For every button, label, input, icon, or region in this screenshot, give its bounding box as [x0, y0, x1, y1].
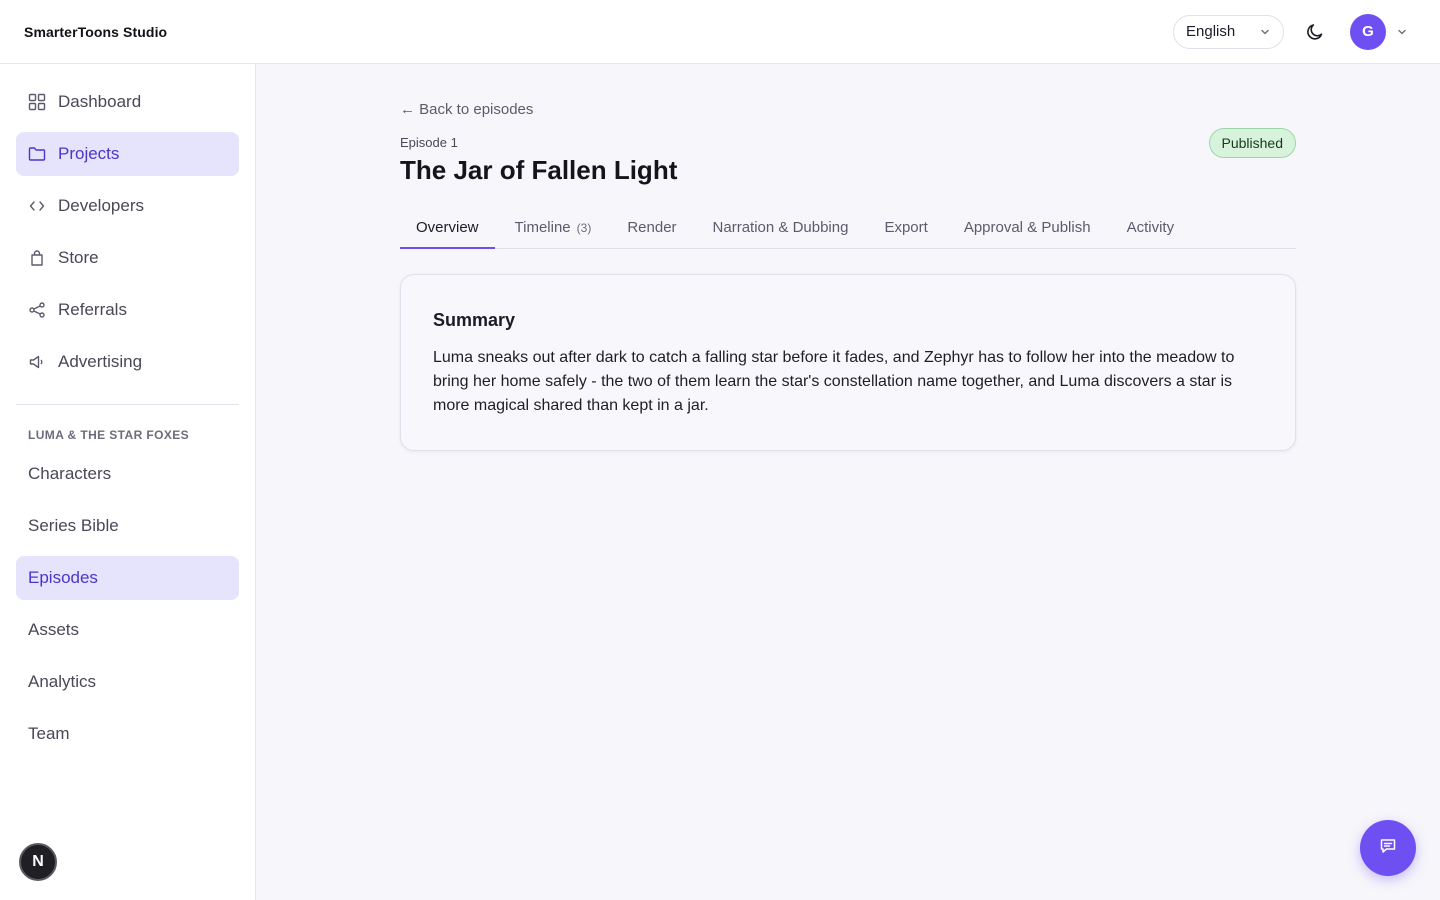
project-nav: Characters Series Bible Episodes Assets …	[0, 452, 255, 756]
tab-label: Approval & Publish	[963, 219, 1091, 236]
chat-button[interactable]	[1360, 820, 1416, 876]
n-badge-button[interactable]: N	[19, 843, 57, 881]
tab-label: Overview	[416, 219, 479, 236]
sidebar-item-label: Developers	[58, 196, 144, 215]
sidebar-item-series-bible[interactable]: Series Bible	[16, 504, 239, 548]
avatar[interactable]: G	[1350, 13, 1386, 50]
tab-narration-dubbing[interactable]: Narration & Dubbing	[697, 207, 865, 248]
sidebar-item-team[interactable]: Team	[16, 712, 239, 756]
sidebar-item-analytics[interactable]: Analytics	[16, 660, 239, 704]
tab-label: Export	[884, 219, 928, 236]
tab-overview[interactable]: Overview	[400, 207, 495, 249]
sidebar-item-characters[interactable]: Characters	[16, 452, 239, 496]
summary-title: Summary	[433, 310, 516, 330]
episode-number: Episode 1	[400, 135, 458, 150]
sidebar-item-referrals[interactable]: Referrals	[16, 288, 239, 332]
sidebar-item-label: Store	[58, 248, 99, 267]
sidebar-item-episodes[interactable]: Episodes	[16, 556, 239, 600]
chevron-down-icon	[1259, 26, 1271, 38]
episode-header: Episode 1 The Jar of Fallen Light Publis…	[400, 128, 1296, 186]
sidebar-item-advertising[interactable]: Advertising	[16, 340, 239, 384]
sidebar: Dashboard Projects Developers Store Refe…	[0, 64, 256, 900]
megaphone-icon	[28, 353, 46, 371]
back-to-episodes-link[interactable]: ← Back to episodes	[400, 101, 533, 118]
grid-icon	[28, 93, 46, 111]
episode-tabs: Overview Timeline (3) Render Narration &…	[400, 208, 1296, 249]
tab-label: Narration & Dubbing	[712, 219, 849, 236]
sidebar-item-projects[interactable]: Projects	[16, 132, 239, 176]
tab-render[interactable]: Render	[611, 207, 692, 248]
tab-count: (3)	[576, 220, 592, 235]
sidebar-item-assets[interactable]: Assets	[16, 608, 239, 652]
tab-label: Activity	[1126, 219, 1175, 236]
sidebar-item-label: Dashboard	[58, 92, 142, 111]
tab-label: Render	[627, 219, 677, 236]
tab-activity[interactable]: Activity	[1111, 207, 1191, 248]
sidebar-item-label: Referrals	[58, 300, 127, 319]
language-select[interactable]: English	[1173, 14, 1284, 49]
user-menu[interactable]: G	[1350, 13, 1408, 50]
tab-approval-publish[interactable]: Approval & Publish	[948, 207, 1107, 248]
share-icon	[28, 301, 46, 319]
main-content: ← Back to episodes Episode 1 The Jar of …	[400, 64, 1296, 451]
tab-export[interactable]: Export	[868, 207, 943, 248]
tab-label: Timeline	[514, 219, 571, 236]
status-badge: Published	[1208, 128, 1296, 158]
summary-text: Luma sneaks out after dark to catch a fa…	[433, 349, 1235, 414]
code-icon	[28, 197, 46, 215]
brand-name[interactable]: SmarterToons Studio	[24, 24, 167, 40]
language-value: English	[1186, 23, 1236, 40]
sidebar-item-label: Projects	[58, 144, 120, 163]
moon-icon[interactable]	[1304, 21, 1326, 43]
top-bar: SmarterToons Studio English G	[0, 0, 1440, 64]
bag-icon	[28, 249, 46, 267]
chevron-down-icon[interactable]	[1396, 26, 1408, 38]
tab-timeline[interactable]: Timeline (3)	[499, 207, 608, 248]
sidebar-item-store[interactable]: Store	[16, 236, 239, 280]
folder-icon	[28, 145, 46, 163]
sidebar-item-label: Advertising	[58, 352, 143, 371]
main-nav: Dashboard Projects Developers Store Refe…	[0, 64, 255, 384]
project-section-label: LUMA & THE STAR FOXES	[28, 428, 190, 442]
sidebar-item-developers[interactable]: Developers	[16, 184, 239, 228]
top-bar-actions: English G	[1173, 13, 1416, 50]
sidebar-item-dashboard[interactable]: Dashboard	[16, 80, 239, 124]
chat-icon	[1379, 837, 1397, 860]
summary-card: Summary Luma sneaks out after dark to ca…	[400, 274, 1296, 451]
page-title: The Jar of Fallen Light	[400, 155, 678, 185]
